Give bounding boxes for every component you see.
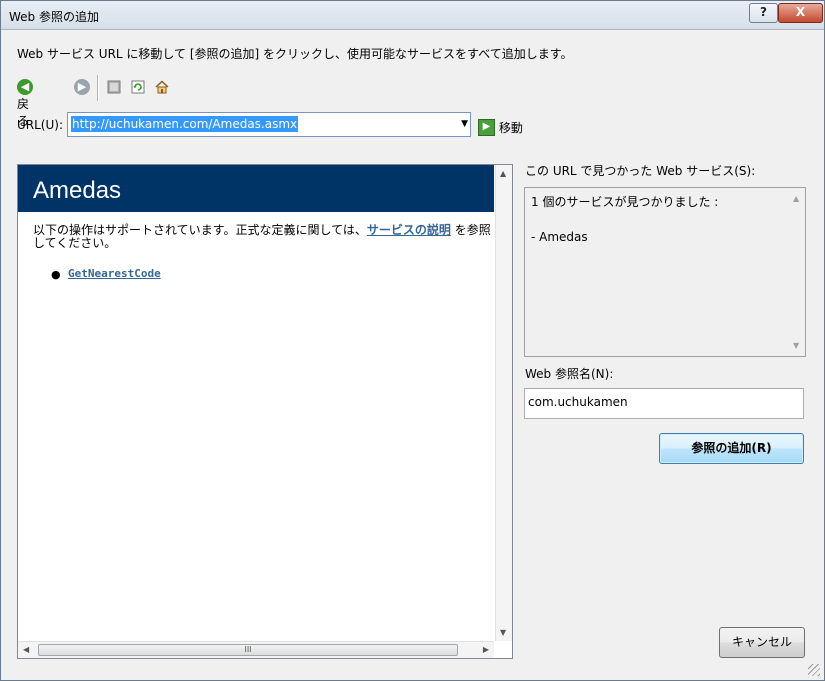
add-reference-button[interactable]: 参照の追加(R)	[659, 433, 804, 464]
found-count-text: 1 個のサービスが見つかりました :	[531, 195, 719, 209]
chevron-down-icon[interactable]: ▼	[461, 119, 468, 129]
stop-icon	[107, 80, 121, 93]
desc-text-before: 以下の操作はサポートされています。正式な定義に関しては、	[33, 223, 367, 237]
list-bullet: ●	[51, 268, 61, 281]
title-bar: Web 参照の追加 ? X	[1, 1, 824, 30]
cancel-button[interactable]: キャンセル	[719, 627, 805, 658]
url-combobox[interactable]: http://uchukamen.com/Amedas.asmx ▼	[67, 112, 471, 137]
window-title: Web 参照の追加	[9, 10, 99, 24]
refresh-icon	[131, 80, 145, 93]
browser-horizontal-scrollbar[interactable]: ◀ III ▶	[18, 641, 494, 658]
home-button[interactable]	[155, 79, 169, 99]
home-icon	[155, 79, 169, 93]
instruction-text: Web サービス URL に移動して [参照の追加] をクリックし、使用可能なサ…	[17, 47, 573, 61]
found-service-item: - Amedas	[531, 230, 588, 244]
service-description: 以下の操作はサポートされています。正式な定義に関しては、サービスの説明 を参照し…	[33, 224, 493, 250]
web-reference-name-input[interactable]	[528, 392, 796, 412]
scroll-down-icon[interactable]: ▼	[500, 628, 506, 637]
add-web-reference-dialog: Web 参照の追加 ? X Web サービス URL に移動して [参照の追加]…	[0, 0, 825, 681]
help-button[interactable]: ?	[749, 3, 778, 23]
go-arrow-icon: ▶	[478, 119, 495, 136]
refresh-button[interactable]	[131, 79, 145, 99]
web-reference-name-label: Web 参照名(N):	[525, 367, 614, 381]
found-scrollbar[interactable]: ▲ ▼	[789, 188, 805, 356]
url-input[interactable]: http://uchukamen.com/Amedas.asmx	[71, 116, 299, 132]
service-description-link[interactable]: サービスの説明	[367, 223, 451, 237]
web-reference-name-field[interactable]	[524, 388, 804, 419]
toolbar-separator	[97, 75, 99, 101]
operation-link[interactable]: GetNearestCode	[68, 267, 161, 280]
found-services-box[interactable]: 1 個のサービスが見つかりました : - Amedas ▲ ▼	[524, 187, 806, 357]
resize-grip[interactable]	[808, 664, 820, 676]
forward-button[interactable]: ▶	[74, 79, 90, 99]
back-arrow-icon: ◀	[17, 79, 33, 95]
found-services-label: この URL で見つかった Web サービス(S):	[525, 164, 756, 178]
scroll-right-icon[interactable]: ▶	[483, 645, 489, 654]
horizontal-scroll-thumb[interactable]: III	[38, 644, 458, 656]
scroll-down-icon[interactable]: ▼	[793, 341, 799, 350]
back-button[interactable]: ◀ 戻る	[17, 79, 33, 128]
browser-vertical-scrollbar[interactable]: ▲ ▼	[495, 165, 512, 641]
service-title: Amedas	[33, 177, 122, 204]
close-button[interactable]: X	[778, 3, 823, 23]
browser-pane: Amedas 以下の操作はサポートされています。正式な定義に関しては、サービスの…	[17, 164, 513, 659]
forward-arrow-icon: ▶	[74, 79, 90, 95]
scroll-left-icon[interactable]: ◀	[23, 645, 29, 654]
stop-button[interactable]	[107, 79, 121, 99]
go-button[interactable]: ▶ 移動	[478, 119, 523, 136]
service-header: Amedas	[18, 165, 494, 212]
scroll-up-icon[interactable]: ▲	[500, 169, 506, 178]
go-label: 移動	[498, 121, 523, 135]
scroll-up-icon[interactable]: ▲	[793, 194, 799, 203]
url-label: URL(U):	[17, 118, 63, 132]
